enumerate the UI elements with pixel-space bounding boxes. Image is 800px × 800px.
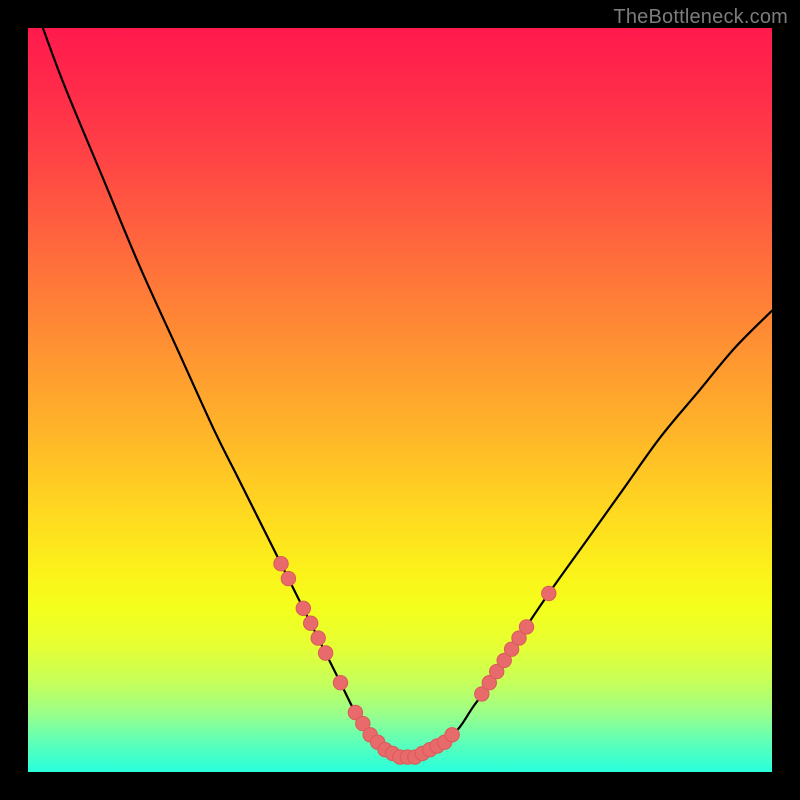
- highlight-dot: [445, 728, 459, 742]
- highlight-dot: [274, 557, 288, 571]
- highlight-dot: [333, 676, 347, 690]
- highlight-dot: [281, 571, 295, 585]
- highlight-dot: [318, 646, 332, 660]
- highlight-dot: [304, 616, 318, 630]
- plot-area: [28, 28, 772, 772]
- highlight-dot: [519, 620, 533, 634]
- watermark-text: TheBottleneck.com: [613, 6, 788, 29]
- highlight-markers: [274, 557, 556, 765]
- highlight-dot: [311, 631, 325, 645]
- highlight-dot: [542, 586, 556, 600]
- chart-svg: [28, 28, 772, 772]
- highlight-dot: [296, 601, 310, 615]
- outer-frame: TheBottleneck.com: [0, 0, 800, 800]
- bottleneck-curve: [43, 28, 772, 758]
